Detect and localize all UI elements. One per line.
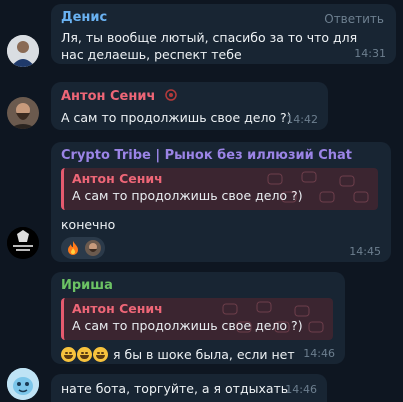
badge-icon [165, 89, 177, 101]
cartoon-avatar-icon [7, 368, 39, 400]
message-time: 14:45 [349, 245, 381, 258]
message-text: А сам то продолжишь свое дело ?) [61, 110, 292, 125]
fire-reaction-icon[interactable] [65, 240, 81, 256]
person-photo-icon [89, 243, 97, 252]
reply-quote[interactable]: Антон Сенич А сам то продолжишь свое дел… [61, 298, 333, 340]
person-photo-icon [7, 35, 39, 67]
message-text: нате бота, торгуйте, а я отдыхать [61, 381, 289, 396]
avatar-denis[interactable] [7, 35, 39, 67]
reactions[interactable] [61, 237, 105, 259]
message-time: 14:46 [285, 383, 317, 396]
message-time: 14:46 [303, 347, 335, 360]
crypto-tribe-logo-icon [7, 227, 39, 259]
avatar-user[interactable] [7, 368, 39, 400]
message-text: Ля, ты вообще лютый, спасибо за то что д… [61, 30, 358, 62]
quote-pattern-icon [222, 301, 324, 333]
message-time: 14:31 [354, 47, 386, 60]
message-time: 14:42 [286, 113, 318, 126]
avatar-crypto-tribe[interactable] [7, 227, 39, 259]
sender-name[interactable]: Ириша [61, 278, 335, 294]
sender-name[interactable]: Crypto Tribe | Рынок без иллюзий Chat [61, 148, 381, 164]
message-text-row: я бы в шоке была, если нет [61, 346, 335, 363]
person-photo-icon [7, 97, 39, 129]
reply-quote[interactable]: Антон Сенич А сам то продолжишь свое дел… [61, 168, 378, 210]
message-bubble[interactable]: Денис Ля, ты вообще лютый, спасибо за то… [51, 4, 396, 64]
message-text: я бы в шоке была, если нет [113, 347, 295, 362]
message-bubble[interactable]: Ириша Антон Сенич А сам то продолжишь св… [51, 272, 345, 364]
message-bubble[interactable]: нате бота, торгуйте, а я отдыхать 14:46 [51, 374, 327, 402]
reply-button[interactable]: Ответить [324, 12, 384, 26]
sender-name[interactable]: Антон Сенич [61, 88, 318, 105]
message-bubble[interactable]: Crypto Tribe | Рынок без иллюзий Chat Ан… [51, 142, 391, 262]
message-bubble[interactable]: Антон Сенич А сам то продолжишь свое дел… [51, 82, 328, 130]
sender-name-label: Антон Сенич [61, 89, 156, 104]
avatar-anton[interactable] [7, 97, 39, 129]
laughing-emoji-icon [77, 347, 92, 362]
laughing-emoji-icon [93, 347, 108, 362]
laughing-emoji-icon [61, 347, 76, 362]
message-text: конечно [61, 217, 116, 232]
quote-pattern-icon [267, 171, 369, 203]
reactor-avatar[interactable] [85, 240, 101, 256]
